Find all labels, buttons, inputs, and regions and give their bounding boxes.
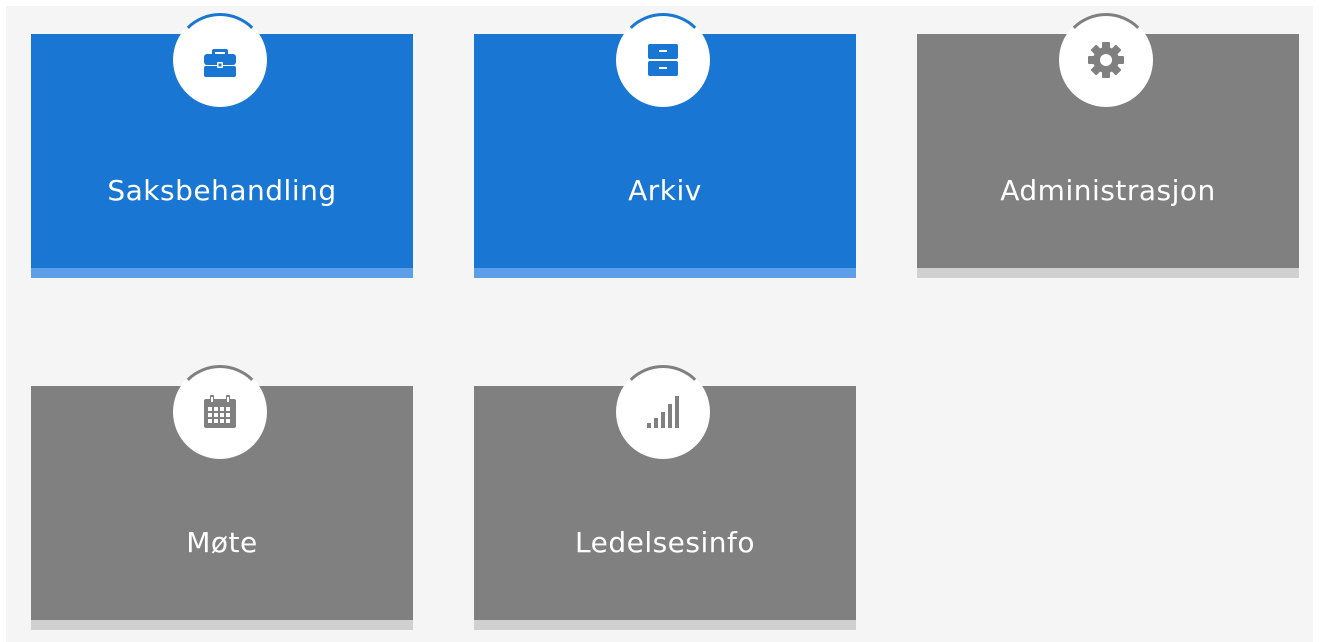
tile-mote[interactable]: Møte	[31, 365, 413, 630]
tile-icon-badge	[616, 365, 710, 459]
briefcase-icon	[204, 49, 236, 77]
tile-icon-badge	[1059, 13, 1153, 107]
tile-label: Ledelsesinfo	[574, 526, 756, 559]
tile-arkiv[interactable]: Arkiv	[474, 13, 856, 278]
tile-label: Møte	[186, 526, 258, 559]
calendar-icon	[204, 395, 236, 428]
gear-icon	[1088, 42, 1124, 78]
tile-icon-badge	[173, 365, 267, 459]
tile-bottom-bar	[31, 620, 413, 630]
tile-label: Arkiv	[628, 174, 702, 207]
tile-icon-badge	[616, 13, 710, 107]
tile-bottom-bar	[474, 620, 856, 630]
archive-drawer-icon	[648, 44, 678, 76]
tile-bottom-bar	[474, 268, 856, 278]
tile-label: Saksbehandling	[107, 174, 337, 207]
tile-bottom-bar	[31, 268, 413, 278]
tile-administrasjon[interactable]: Administrasjon	[917, 13, 1299, 278]
dashboard-tile-grid: Saksbehandling Arkiv Administrasjon Møte…	[6, 6, 1313, 642]
tile-bottom-bar	[917, 268, 1299, 278]
tile-icon-badge	[173, 13, 267, 107]
tile-saksbehandling[interactable]: Saksbehandling	[31, 13, 413, 278]
tile-label: Administrasjon	[1000, 174, 1216, 207]
bar-chart-icon	[647, 396, 679, 428]
tile-ledelsesinfo[interactable]: Ledelsesinfo	[474, 365, 856, 630]
